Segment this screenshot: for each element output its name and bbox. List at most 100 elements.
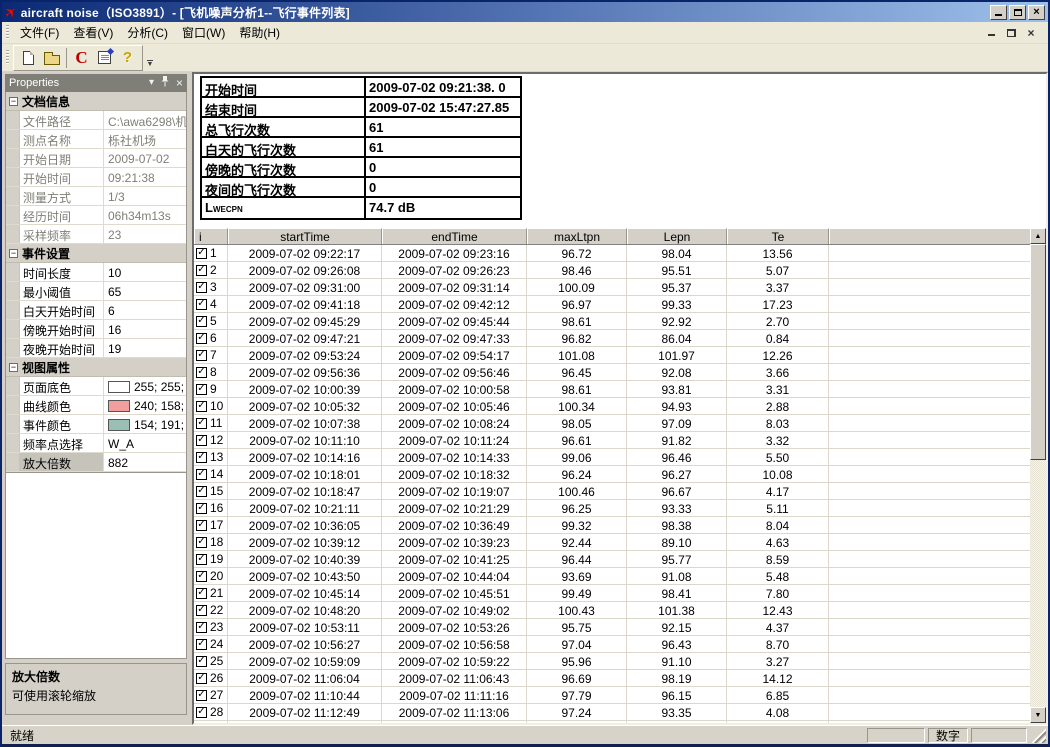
property-value[interactable]: 154; 191; 18: [104, 415, 186, 433]
collapse-minus-icon[interactable]: −: [9, 363, 18, 372]
property-value[interactable]: 19: [104, 339, 186, 357]
event-row[interactable]: ✓42009-07-02 09:41:182009-07-02 09:42:12…: [194, 296, 1030, 313]
event-checkbox[interactable]: ✓: [196, 418, 207, 429]
event-row[interactable]: ✓192009-07-02 10:40:392009-07-02 10:41:2…: [194, 551, 1030, 568]
property-value[interactable]: 09:21:38: [104, 168, 186, 186]
event-row[interactable]: ✓82009-07-02 09:56:362009-07-02 09:56:46…: [194, 364, 1030, 381]
property-value[interactable]: C:\awa6298\机场: [104, 111, 186, 129]
event-checkbox[interactable]: ✓: [196, 503, 207, 514]
open-file-button[interactable]: [40, 47, 63, 69]
calibration-button[interactable]: C: [70, 47, 93, 69]
property-value[interactable]: 65: [104, 282, 186, 300]
vertical-scrollbar[interactable]: ▲ ▼: [1030, 228, 1046, 723]
event-row[interactable]: ✓272009-07-02 11:10:442009-07-02 11:11:1…: [194, 687, 1030, 704]
event-row[interactable]: ✓262009-07-02 11:06:042009-07-02 11:06:4…: [194, 670, 1030, 687]
event-checkbox[interactable]: ✓: [196, 282, 207, 293]
menu-item-4[interactable]: 帮助(H): [232, 22, 287, 43]
event-checkbox[interactable]: ✓: [196, 401, 207, 412]
menu-grip-handle[interactable]: [6, 25, 9, 40]
column-header-endTime[interactable]: endTime: [382, 228, 527, 244]
pin-icon[interactable]: [161, 76, 169, 90]
event-checkbox[interactable]: ✓: [196, 690, 207, 701]
property-value[interactable]: 16: [104, 320, 186, 338]
property-value[interactable]: 240; 158; 15: [104, 396, 186, 414]
event-row[interactable]: ✓172009-07-02 10:36:052009-07-02 10:36:4…: [194, 517, 1030, 534]
collapse-minus-icon[interactable]: −: [9, 249, 18, 258]
event-row[interactable]: ✓202009-07-02 10:43:502009-07-02 10:44:0…: [194, 568, 1030, 585]
collapse-minus-icon[interactable]: −: [9, 97, 18, 106]
event-row[interactable]: ✓72009-07-02 09:53:242009-07-02 09:54:17…: [194, 347, 1030, 364]
event-checkbox[interactable]: ✓: [196, 384, 207, 395]
event-checkbox[interactable]: ✓: [196, 299, 207, 310]
event-row[interactable]: ✓252009-07-02 10:59:092009-07-02 10:59:2…: [194, 653, 1030, 670]
event-checkbox[interactable]: ✓: [196, 537, 207, 548]
help-button[interactable]: ?: [116, 47, 139, 69]
property-value[interactable]: W_A: [104, 434, 186, 452]
event-checkbox[interactable]: ✓: [196, 316, 207, 327]
event-row[interactable]: ✓212009-07-02 10:45:142009-07-02 10:45:5…: [194, 585, 1030, 602]
event-checkbox[interactable]: ✓: [196, 656, 207, 667]
color-swatch[interactable]: [108, 400, 130, 412]
property-value[interactable]: 2009-07-02: [104, 149, 186, 167]
close-button[interactable]: ×: [1028, 5, 1045, 20]
event-row[interactable]: ✓112009-07-02 10:07:382009-07-02 10:08:2…: [194, 415, 1030, 432]
event-row[interactable]: ✓122009-07-02 10:11:102009-07-02 10:11:2…: [194, 432, 1030, 449]
maximize-button[interactable]: [1009, 5, 1026, 20]
event-checkbox[interactable]: ✓: [196, 554, 207, 565]
column-header-i[interactable]: i: [194, 228, 228, 244]
event-checkbox[interactable]: ✓: [196, 469, 207, 480]
property-section-header[interactable]: −事件设置: [6, 244, 186, 263]
resize-grip[interactable]: [1032, 728, 1046, 743]
event-row[interactable]: ✓62009-07-02 09:47:212009-07-02 09:47:33…: [194, 330, 1030, 347]
property-value[interactable]: 882: [104, 453, 186, 471]
property-value[interactable]: 1/3: [104, 187, 186, 205]
menu-item-3[interactable]: 窗口(W): [175, 22, 232, 43]
new-document-button[interactable]: [17, 47, 40, 69]
toolbar-overflow-button[interactable]: ▼: [144, 46, 156, 70]
property-value[interactable]: 10: [104, 263, 186, 281]
properties-button[interactable]: [93, 47, 116, 69]
event-checkbox[interactable]: ✓: [196, 486, 207, 497]
event-row[interactable]: ✓52009-07-02 09:45:292009-07-02 09:45:44…: [194, 313, 1030, 330]
column-header-Lepn[interactable]: Lepn: [627, 228, 727, 244]
event-checkbox[interactable]: ✓: [196, 639, 207, 650]
column-header-startTime[interactable]: startTime: [228, 228, 382, 244]
event-row[interactable]: ✓142009-07-02 10:18:012009-07-02 10:18:3…: [194, 466, 1030, 483]
minimize-button[interactable]: [990, 5, 1007, 20]
scrollbar-thumb[interactable]: [1030, 244, 1046, 460]
column-header-Te[interactable]: Te: [727, 228, 829, 244]
property-value[interactable]: 06h34m13s: [104, 206, 186, 224]
menu-item-0[interactable]: 文件(F): [13, 22, 66, 43]
event-row[interactable]: ✓222009-07-02 10:48:202009-07-02 10:49:0…: [194, 602, 1030, 619]
event-row[interactable]: ✓152009-07-02 10:18:472009-07-02 10:19:0…: [194, 483, 1030, 500]
event-checkbox[interactable]: ✓: [196, 452, 207, 463]
toolbar-grip-handle[interactable]: [6, 50, 9, 65]
event-checkbox[interactable]: ✓: [196, 707, 207, 718]
mdi-restore-button[interactable]: [1004, 26, 1018, 39]
scrollbar-track[interactable]: [1030, 244, 1046, 707]
event-row[interactable]: ✓182009-07-02 10:39:122009-07-02 10:39:2…: [194, 534, 1030, 551]
menu-item-2[interactable]: 分析(C): [120, 22, 175, 43]
scroll-up-button[interactable]: ▲: [1030, 228, 1046, 244]
event-checkbox[interactable]: ✓: [196, 571, 207, 582]
property-value[interactable]: 23: [104, 225, 186, 243]
event-row[interactable]: ✓162009-07-02 10:21:112009-07-02 10:21:2…: [194, 500, 1030, 517]
event-row[interactable]: ✓232009-07-02 10:53:112009-07-02 10:53:2…: [194, 619, 1030, 636]
mdi-close-button[interactable]: ×: [1024, 26, 1038, 39]
event-row[interactable]: ✓32009-07-02 09:31:002009-07-02 09:31:14…: [194, 279, 1030, 296]
event-row[interactable]: ✓22009-07-02 09:26:082009-07-02 09:26:23…: [194, 262, 1030, 279]
menu-item-1[interactable]: 查看(V): [66, 22, 120, 43]
close-icon[interactable]: ×: [176, 77, 183, 89]
event-row[interactable]: ✓132009-07-02 10:14:162009-07-02 10:14:3…: [194, 449, 1030, 466]
event-checkbox[interactable]: ✓: [196, 605, 207, 616]
chevron-down-icon[interactable]: ▾: [149, 78, 154, 88]
property-section-header[interactable]: −视图属性: [6, 358, 186, 377]
property-value[interactable]: 栎社机场: [104, 130, 186, 148]
event-row[interactable]: ✓12009-07-02 09:22:172009-07-02 09:23:16…: [194, 245, 1030, 262]
scroll-down-button[interactable]: ▼: [1030, 707, 1046, 723]
event-row[interactable]: ✓102009-07-02 10:05:322009-07-02 10:05:4…: [194, 398, 1030, 415]
event-checkbox[interactable]: ✓: [196, 248, 207, 259]
event-checkbox[interactable]: ✓: [196, 367, 207, 378]
column-header-maxLtpn[interactable]: maxLtpn: [527, 228, 627, 244]
event-row[interactable]: ✓242009-07-02 10:56:272009-07-02 10:56:5…: [194, 636, 1030, 653]
